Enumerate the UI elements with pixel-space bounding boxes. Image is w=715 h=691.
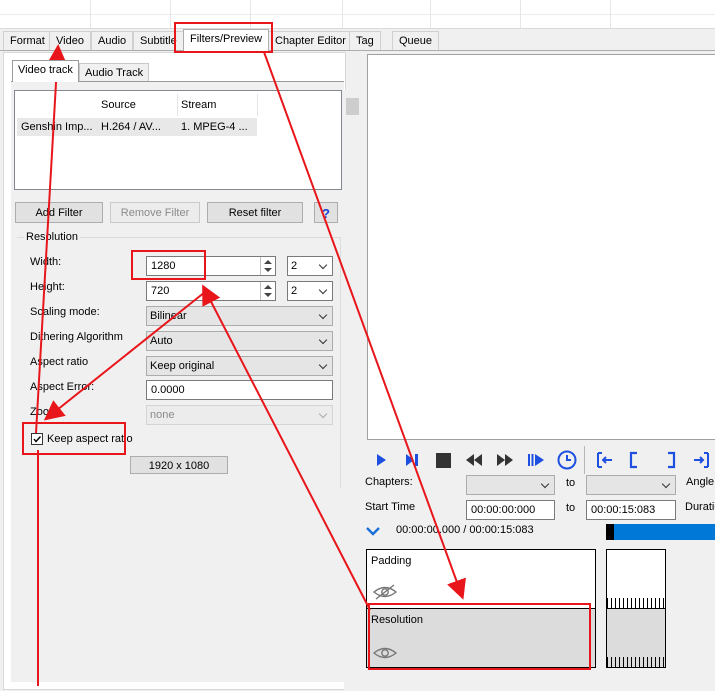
chevron-down-icon [318,260,328,270]
tab-audio[interactable]: Audio [91,31,134,50]
filter-thumbnail [606,549,666,609]
filter-item-label: Padding [371,555,412,567]
tab-format[interactable]: Format [3,31,52,50]
aspect-error-label: Aspect Error: [30,381,95,393]
start-time-field[interactable]: 00:00:00:000 [466,500,555,520]
tab-chapter-editor[interactable]: Chapter Editor [268,31,353,50]
chapters-to-label: to [566,477,576,489]
scaling-mode-select[interactable]: Bilinear [146,306,333,326]
scaling-mode-label: Scaling mode: [30,306,100,318]
track-name-cell: Genshin Imp... [21,121,93,133]
tab-filters-preview[interactable]: Filters/Preview [183,29,270,51]
seek-handle[interactable] [606,524,614,540]
zoom-select[interactable]: none [146,405,333,425]
seek-bar[interactable] [606,524,715,540]
tab-video[interactable]: Video [49,31,91,50]
step-forward-icon[interactable] [401,449,423,471]
chevron-down-icon [540,479,550,489]
column-header-source[interactable]: Source [97,94,178,116]
annotation-box-keep-aspect [22,422,126,455]
next-frame-icon[interactable] [525,449,547,471]
column-header-stream[interactable]: Stream [177,94,258,116]
add-filter-button[interactable]: Add Filter [15,202,103,223]
clock-icon[interactable] [556,449,578,471]
video-preview [367,54,715,440]
spin-up-icon[interactable] [264,285,272,289]
aspect-ratio-label: Aspect ratio [30,356,89,368]
toolbar-separator [584,446,585,474]
chevron-down-icon [318,310,328,320]
height-multiple-select[interactable]: 2 [287,281,333,301]
spreadsheet-strip [0,0,715,29]
height-value: 720 [151,285,170,297]
track-source-cell: H.264 / AV... [101,121,161,133]
zoom-label: Zoom: [30,406,62,418]
aspect-error-field[interactable]: 0.0000 [146,380,333,400]
chevron-down-icon [661,479,671,489]
play-icon[interactable] [370,449,392,471]
chevron-down-icon [318,360,328,370]
filter-item-padding[interactable]: Padding [366,549,596,609]
tab-video-track[interactable]: Video track [12,60,79,82]
tab-tag[interactable]: Tag [349,31,381,50]
spin-up-icon[interactable] [264,260,272,264]
resolution-group-title: Resolution [24,231,80,243]
spin-down-icon[interactable] [264,293,272,297]
stop-icon[interactable] [432,449,454,471]
chapter-start-select[interactable] [466,475,555,495]
height-label: Height: [30,281,65,293]
help-button[interactable]: ? [314,202,338,223]
annotation-box-width [131,250,206,280]
track-stream-cell: 1. MPEG-4 ... [181,121,248,133]
bracket-start-icon[interactable] [624,449,646,471]
tab-audio-track[interactable]: Audio Track [79,63,150,82]
time-to-label: to [566,502,576,514]
height-spinner[interactable]: 720 [146,281,276,301]
dithering-label: Dithering Algorithm [30,331,123,343]
reset-filter-button[interactable]: Reset filter [207,202,303,223]
chevron-down-icon [318,285,328,295]
chevron-down-icon [318,335,328,345]
track-list[interactable]: Source Stream Genshin Imp... H.264 / AV.… [14,90,342,190]
fast-forward-icon[interactable] [494,449,516,471]
aspect-ratio-select[interactable]: Keep original [146,356,333,376]
tab-queue[interactable]: Queue [392,31,440,50]
width-label: Width: [30,256,62,268]
rewind-icon[interactable] [463,449,485,471]
set-start-icon[interactable] [594,449,616,471]
chevron-down-icon[interactable] [365,524,381,538]
set-end-icon[interactable] [690,449,712,471]
eye-hidden-icon[interactable] [372,584,398,600]
annotation-box-resolution-filter [368,603,591,670]
chevron-down-icon [318,409,328,419]
main-tab-bar: Format Video Audio Subtitle Filters/Prev… [0,29,715,51]
bracket-end-icon[interactable] [659,449,681,471]
end-time-field[interactable]: 00:00:15:083 [586,500,676,520]
duration-label: Duratio [685,501,715,513]
width-multiple-select[interactable]: 2 [287,256,333,276]
dithering-select[interactable]: Auto [146,331,333,351]
angle-label: Angle [686,476,715,488]
filter-thumbnail [606,608,666,668]
playback-position: 00:00:00.000 / 00:00:15:083 [396,524,534,536]
start-time-label: Start Time [365,501,416,513]
remove-filter-button[interactable]: Remove Filter [110,202,200,223]
spin-down-icon[interactable] [264,268,272,272]
left-pane-scrollbar[interactable] [344,90,361,690]
source-resolution-button[interactable]: 1920 x 1080 [130,456,228,474]
chapters-label: Chapters: [365,476,413,488]
chapter-end-select[interactable] [586,475,676,495]
